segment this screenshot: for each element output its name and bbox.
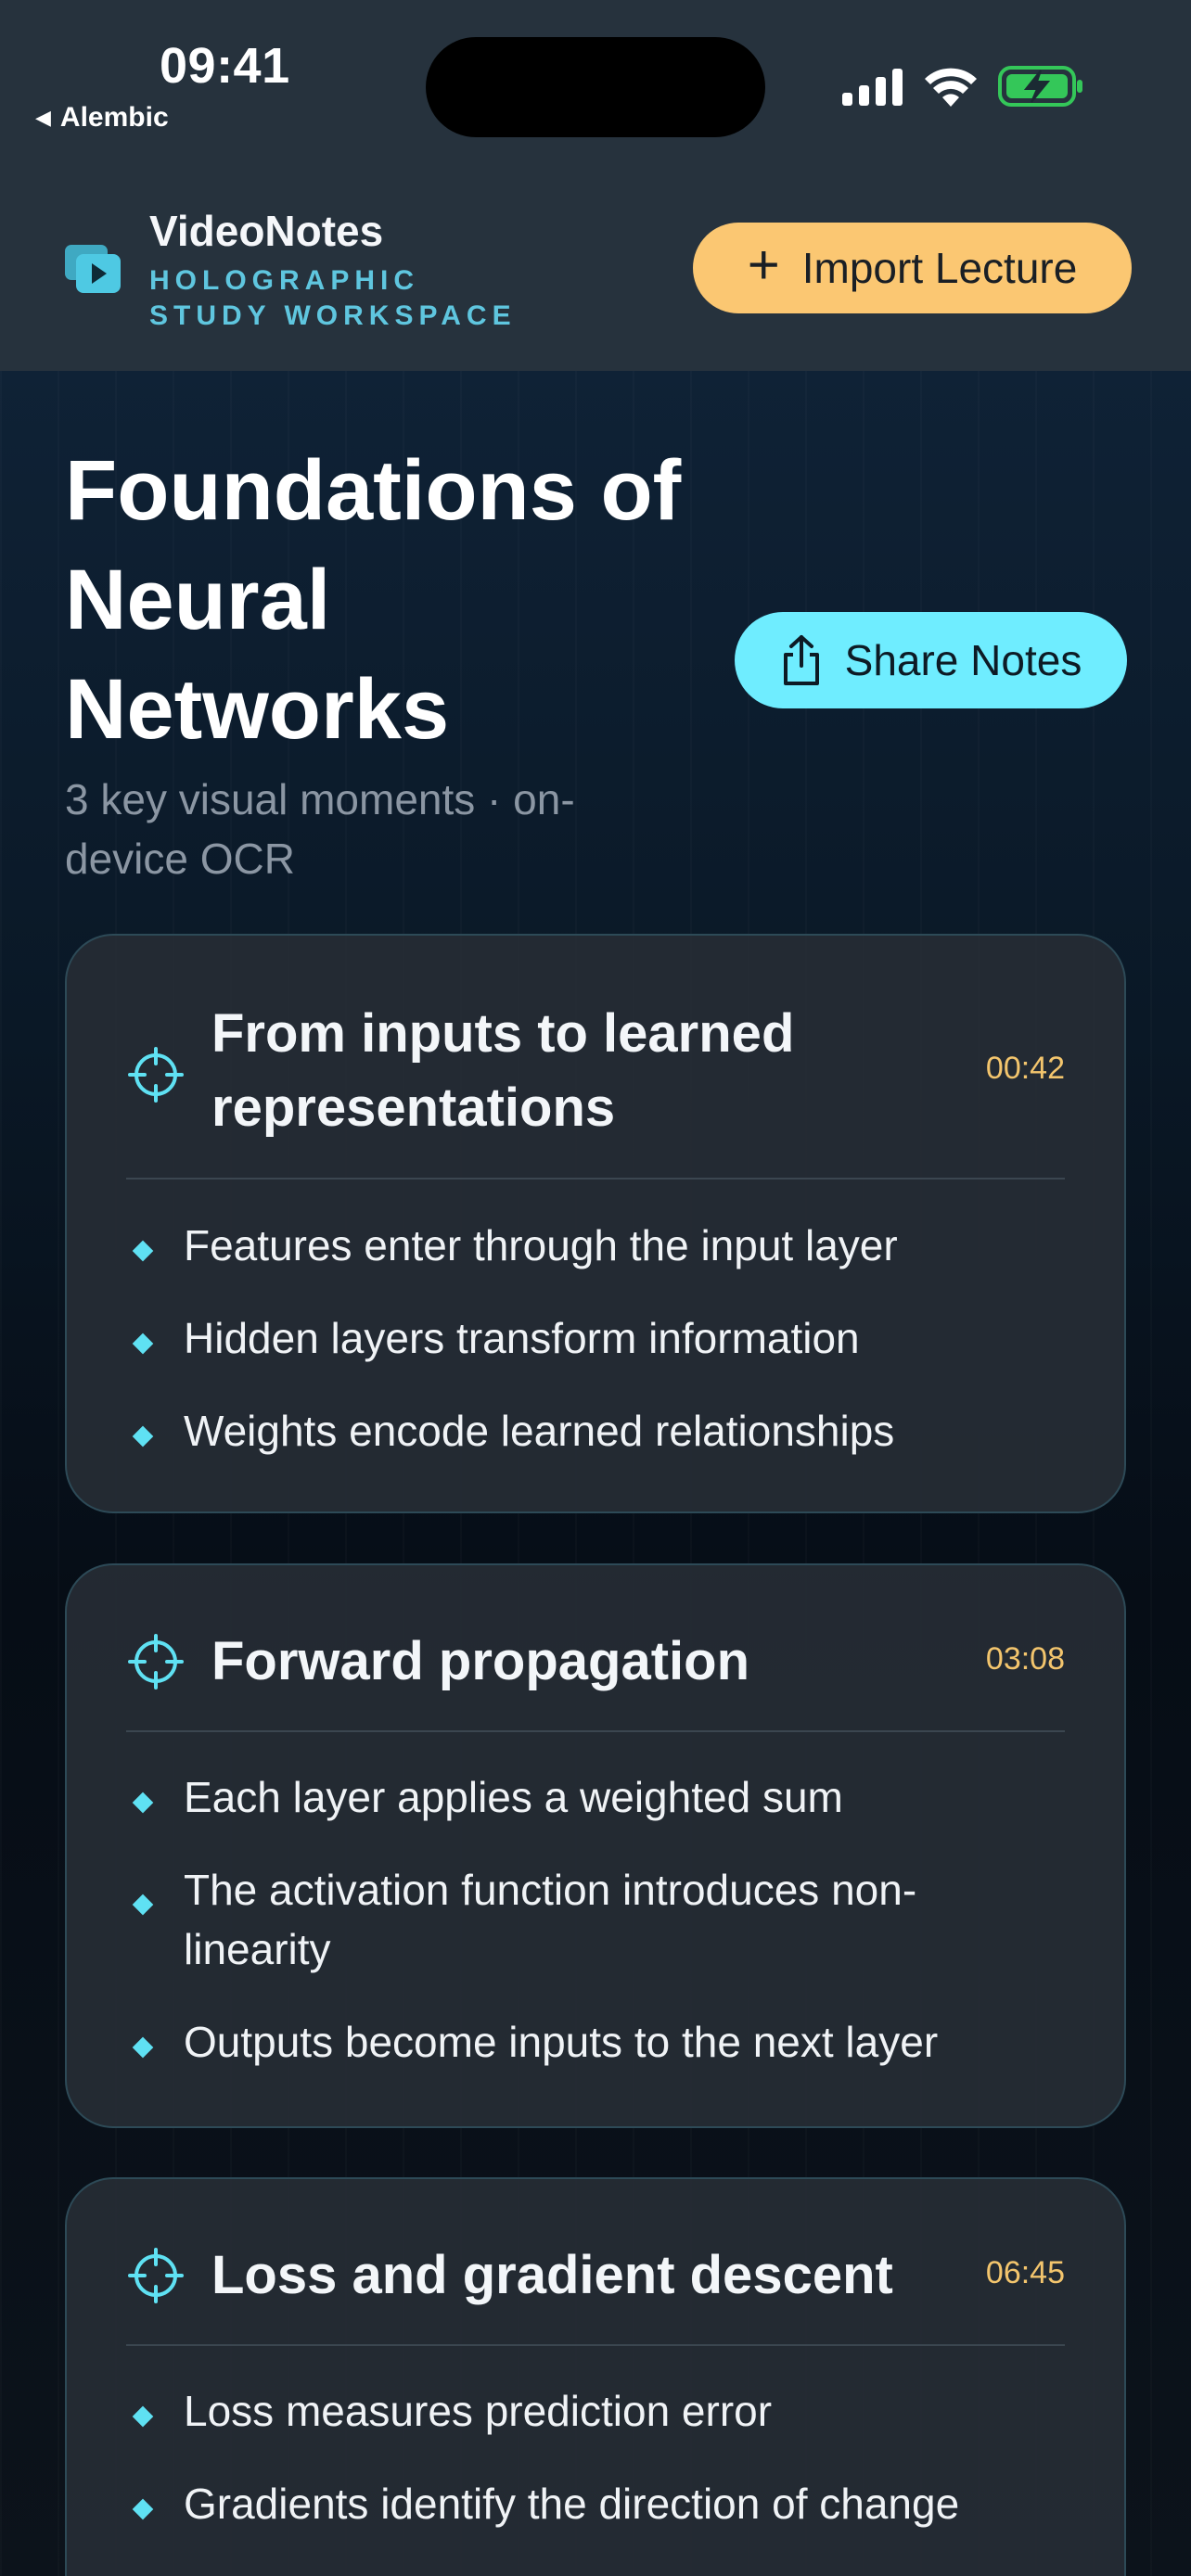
bullet-text: The activation function introduces non-l…: [184, 1866, 917, 1973]
bullet-text: Outputs become inputs to the next layer: [184, 2018, 939, 2066]
app-screen: 09:41 ◀ Alembic VideoNotes HOLOGRAPHIC S…: [0, 0, 1191, 2576]
bullet-diamond-icon: [132, 1425, 154, 1447]
import-lecture-button[interactable]: + Import Lecture: [693, 223, 1132, 313]
bullet-text: Each layer applies a weighted sum: [184, 1773, 843, 1821]
tagline-line-2: STUDY WORKSPACE: [149, 300, 517, 331]
bullet-list: Features enter through the input layer H…: [126, 1216, 1065, 1494]
battery-charging-icon: [998, 66, 1082, 107]
app-tagline: HOLOGRAPHIC STUDY WORKSPACE: [149, 263, 557, 334]
bullet-item: Hidden layers transform information: [126, 1308, 1065, 1368]
wifi-icon: [925, 68, 977, 107]
bullet-list: Loss measures prediction error Gradients…: [126, 2381, 1065, 2567]
bullet-text: Weights encode learned relationships: [184, 1407, 895, 1455]
top-bar: 09:41 ◀ Alembic VideoNotes HOLOGRAPHIC S…: [0, 0, 1191, 371]
bullet-item: Features enter through the input layer: [126, 1216, 1065, 1275]
moment-timestamp[interactable]: 00:42: [986, 1051, 1065, 1087]
bullet-item: Loss measures prediction error: [126, 2381, 1065, 2441]
share-notes-button[interactable]: Share Notes: [735, 612, 1127, 708]
bullet-item: The activation function introduces non-l…: [126, 1860, 1065, 1979]
import-lecture-label: Import Lecture: [801, 244, 1078, 292]
back-to-app-link[interactable]: ◀ Alembic: [35, 102, 169, 134]
app-name: VideoNotes: [149, 207, 384, 255]
moment-title: Forward propagation: [211, 1631, 749, 1691]
share-icon: [783, 635, 819, 685]
crosshair-icon: [128, 1634, 184, 1690]
bullet-diamond-icon: [132, 1894, 154, 1916]
card-divider: [126, 1730, 1065, 1732]
video-stack-icon: [65, 245, 121, 293]
moment-card[interactable]: From inputs to learned representations 0…: [65, 934, 1126, 1513]
back-app-label: Alembic: [59, 102, 169, 133]
bullet-diamond-icon: [132, 1333, 154, 1355]
moment-timestamp[interactable]: 06:45: [986, 2255, 1065, 2291]
bullet-text: Loss measures prediction error: [184, 2387, 773, 2435]
share-notes-label: Share Notes: [844, 636, 1082, 684]
tagline-line-1: HOLOGRAPHIC: [149, 265, 419, 296]
lecture-title: Foundations of Neural Networks: [65, 443, 682, 757]
bullet-text: Gradients identify the direction of chan…: [184, 2480, 960, 2528]
dynamic-island: [426, 37, 765, 137]
bullet-list: Each layer applies a weighted sum The ac…: [126, 1767, 1065, 2105]
bullet-diamond-icon: [132, 2498, 154, 2520]
bullet-diamond-icon: [132, 1240, 154, 1262]
card-divider: [126, 1178, 1065, 1180]
bullet-item: Outputs become inputs to the next layer: [126, 2012, 1065, 2072]
bullet-item: Gradients identify the direction of chan…: [126, 2474, 1065, 2533]
moment-title: Loss and gradient descent: [211, 2245, 893, 2305]
bullet-text: Features enter through the input layer: [184, 1221, 898, 1269]
bullet-item: Weights encode learned relationships: [126, 1401, 1065, 1460]
status-time: 09:41: [160, 38, 290, 94]
bullet-text: Hidden layers transform information: [184, 1314, 860, 1362]
moment-timestamp[interactable]: 03:08: [986, 1641, 1065, 1677]
bullet-diamond-icon: [132, 2405, 154, 2428]
bullet-diamond-icon: [132, 2036, 154, 2059]
status-icons: [842, 65, 1083, 108]
bullet-item: Each layer applies a weighted sum: [126, 1767, 1065, 1827]
crosshair-icon: [128, 2248, 184, 2303]
lecture-subtitle: 3 key visual moments · on-device OCR: [65, 775, 575, 883]
moment-card[interactable]: Loss and gradient descent 06:45 Loss mea…: [65, 2177, 1126, 2576]
card-divider: [126, 2344, 1065, 2346]
moment-title: From inputs to learned representations: [211, 1003, 795, 1138]
plus-icon: +: [747, 234, 780, 296]
moment-card[interactable]: Forward propagation 03:08 Each layer app…: [65, 1563, 1126, 2128]
crosshair-icon: [128, 1047, 184, 1103]
cellular-signal-icon: [842, 69, 903, 106]
bullet-diamond-icon: [132, 1792, 154, 1814]
back-triangle-icon: ◀: [35, 106, 51, 129]
